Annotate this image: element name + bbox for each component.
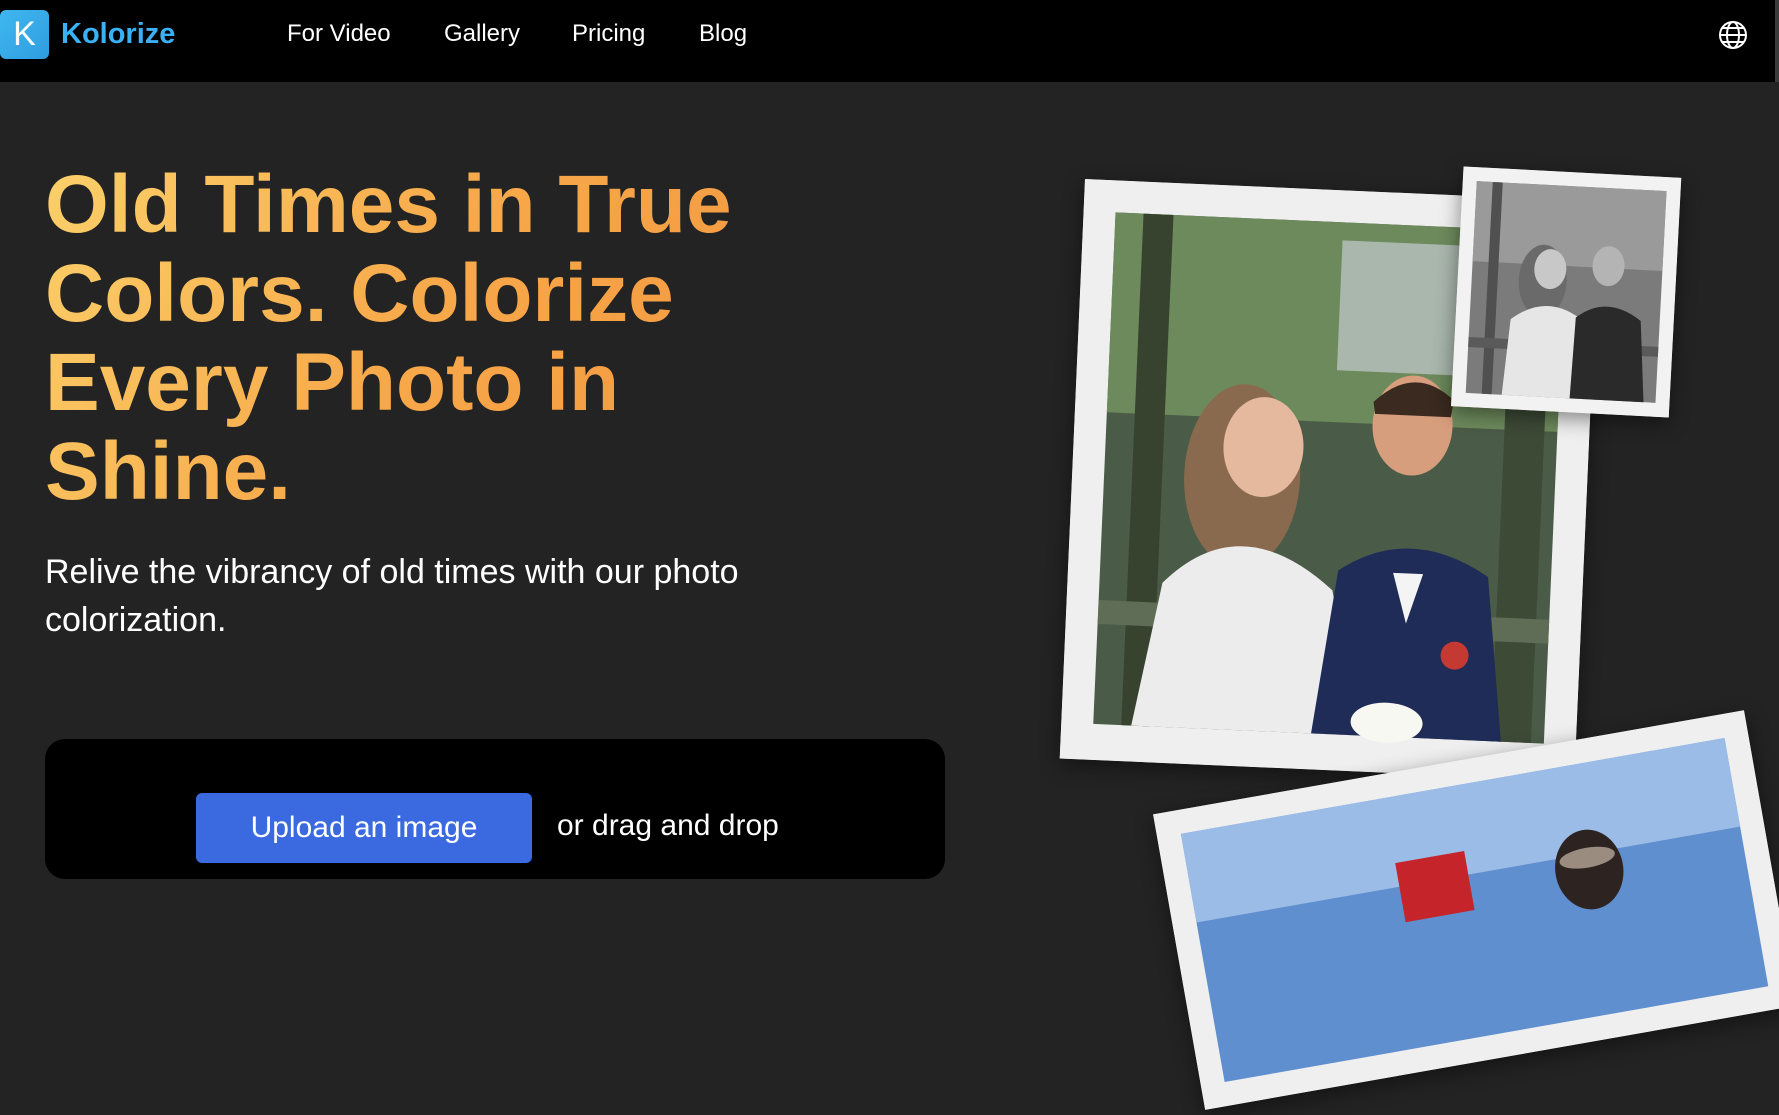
upload-dropzone[interactable]: Upload an image or drag and drop <box>45 739 945 879</box>
brand-name: Kolorize <box>61 18 176 50</box>
brand-logo-link[interactable]: K Kolorize <box>0 10 175 59</box>
original-bw-photo <box>1450 166 1682 418</box>
hero-subtitle-line: Relive the vibrancy of old times with ou… <box>45 553 739 591</box>
globe-icon[interactable] <box>1717 19 1749 51</box>
hero-subtitle-line: colorization. <box>45 601 227 639</box>
hero-subtitle: Relive the vibrancy of old times with ou… <box>45 548 865 644</box>
drag-drop-hint: or drag and drop <box>557 809 779 842</box>
hero-title-line: Colors. Colorize <box>45 248 674 339</box>
nav-link-blog[interactable]: Blog <box>699 20 747 48</box>
hero-title-line: Shine. <box>45 426 292 517</box>
top-navbar: K Kolorize For Video Gallery Pricing Blo… <box>0 0 1779 82</box>
nav-link-pricing[interactable]: Pricing <box>572 20 645 48</box>
hero-title: Old Times in True Colors. Colorize Every… <box>45 160 865 516</box>
scrollbar-edge <box>1775 0 1779 82</box>
original-photo-card <box>1450 166 1682 422</box>
hero-title-line: Every Photo in <box>45 337 620 428</box>
nav-link-for-video[interactable]: For Video <box>287 20 391 48</box>
upload-image-button[interactable]: Upload an image <box>196 793 532 863</box>
hero-title-line: Old Times in True <box>45 159 732 250</box>
nav-link-gallery[interactable]: Gallery <box>444 20 520 48</box>
logo-badge-icon: K <box>0 10 49 59</box>
